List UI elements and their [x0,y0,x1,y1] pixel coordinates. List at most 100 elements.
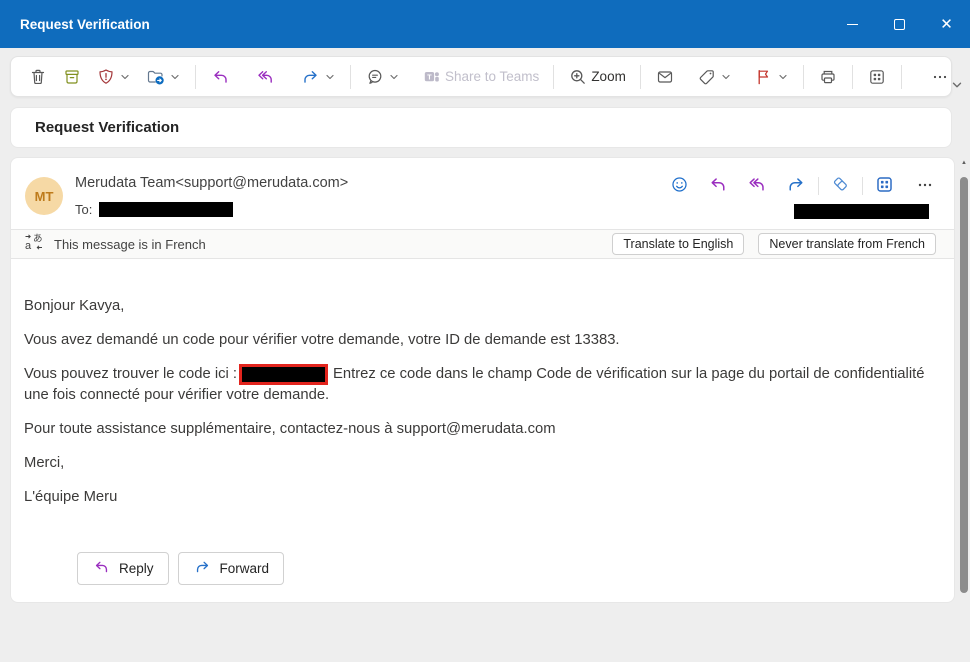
archive-button[interactable] [55,62,89,92]
chevron-down-icon [324,71,336,83]
add-reaction-button[interactable] [666,171,693,201]
message-note-button[interactable] [358,62,407,92]
forward-action-button[interactable]: Forward [178,552,285,585]
apps-grid-icon [867,67,887,87]
chat-bubble-icon [365,67,385,87]
reply-all-icon [746,174,768,198]
close-button[interactable]: ✕ [923,0,970,48]
reply-button[interactable] [203,62,238,92]
window-title: Request Verification [0,17,150,32]
svg-text:あ: あ [33,233,43,244]
forward-icon [785,174,807,198]
forward-button[interactable] [293,62,343,92]
shield-error-icon [96,67,116,87]
chevron-down-icon [720,71,732,83]
flag-icon [754,67,774,87]
translate-to-english-button[interactable]: Translate to English [612,233,744,255]
subject-card: Request Verification [10,107,952,148]
printer-icon [818,67,838,87]
forward-button[interactable] [782,171,810,201]
header-divider [862,177,863,195]
trash-icon [28,67,48,87]
move-to-folder-button[interactable] [138,62,188,92]
svg-text:a: a [25,240,32,252]
chevron-down-icon [777,71,789,83]
window-controls: ✕ [829,0,970,48]
print-button[interactable] [811,62,845,92]
code-line-before: Vous pouvez trouver le code ici : [24,366,237,382]
chevron-down-icon [388,71,400,83]
reply-label: Reply [119,561,154,576]
categorize-button[interactable] [690,62,739,92]
sender-avatar[interactable]: MT [25,177,63,215]
ellipsis-icon [915,175,935,198]
zoom-button[interactable]: Zoom [561,62,633,92]
move-folder-icon [145,67,166,87]
overlapping-shapes-icon [830,174,851,198]
translation-notice: This message is in French [54,237,206,252]
share-to-teams-label: Share to Teams [445,69,539,84]
support-line: Pour toute assistance supplémentaire, co… [24,419,928,439]
reply-all-icon [255,67,276,87]
reply-all-button[interactable] [743,171,771,201]
maximize-icon [894,19,905,30]
to-label: To: [75,202,92,217]
mark-unread-button[interactable] [648,62,682,92]
code-line: Vous pouvez trouver le code ici :Entrez … [24,364,928,405]
forward-label: Forward [220,561,270,576]
minimize-button[interactable] [829,0,876,48]
chevron-down-icon [169,71,181,83]
signature-line: L'équipe Meru [24,487,928,507]
maximize-button[interactable] [876,0,923,48]
smiley-icon [669,174,690,198]
chevron-down-icon [950,78,964,95]
email-body: Bonjour Kavya, Vous avez demandé un code… [11,260,954,507]
toolbar-divider [195,65,196,89]
reply-icon [707,174,729,198]
apps-grid-icon [874,174,895,198]
delete-button[interactable] [21,62,55,92]
scrollbar-thumb[interactable] [960,177,968,593]
forward-icon [193,558,212,579]
quick-actions: Reply Forward [77,552,284,585]
message-card: MT Merudata Team<support@merudata.com> T… [10,157,955,603]
closing-line: Merci, [24,453,928,473]
toolbar-overflow-chevron[interactable] [948,77,966,95]
flag-button[interactable] [747,62,796,92]
share-to-teams-button[interactable]: T Share to Teams [415,62,546,92]
more-message-actions-button[interactable] [912,172,938,201]
title-bar: Request Verification ✕ [0,0,970,48]
scroll-up-arrow-icon[interactable]: ▲ [961,160,967,166]
toolbar-divider [852,65,853,89]
recipient-redaction [99,202,233,217]
apps-button[interactable] [860,62,894,92]
reply-all-button[interactable] [248,62,283,92]
request-id-line: Vous avez demandé un code pour vérifier … [24,330,928,350]
tag-icon [697,67,717,87]
toolbar-divider [803,65,804,89]
never-translate-button[interactable]: Never translate from French [758,233,936,255]
header-divider [818,177,819,195]
reply-action-button[interactable]: Reply [77,552,169,585]
report-button[interactable] [89,62,138,92]
loop-apps-button[interactable] [827,171,854,201]
apps-grid-button[interactable] [871,171,898,201]
recipient-line: To: [75,202,233,217]
toolbar-divider [350,65,351,89]
toolbar-divider [640,65,641,89]
toolbar-divider [553,65,554,89]
teams-icon: T [422,67,442,87]
reply-icon [210,67,231,87]
message-header-actions [666,171,938,201]
sender-name[interactable]: Merudata Team<support@merudata.com> [75,175,348,191]
email-subject: Request Verification [35,119,179,136]
translation-buttons: Translate to English Never translate fro… [612,233,936,255]
toolbar: T Share to Teams Zoom [10,56,952,97]
chevron-down-icon [119,71,131,83]
zoom-magnifier-icon [568,67,588,87]
close-icon: ✕ [940,17,953,32]
envelope-icon [655,67,675,87]
reply-button[interactable] [704,171,732,201]
translate-icon: aあ [23,231,45,258]
vertical-scrollbar[interactable]: ▲ [959,160,969,600]
